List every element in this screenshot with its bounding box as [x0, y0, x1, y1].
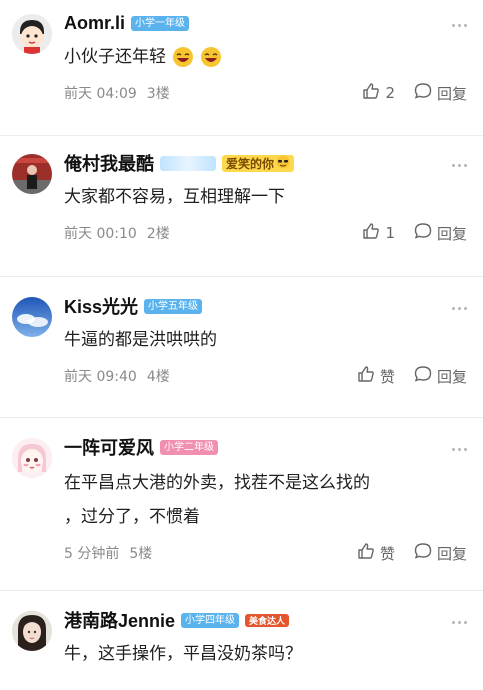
comment-item: 一阵可爱风 小学二年级 在平昌点大港的外卖，找茬不是这么找的 ，过分了，不惯着 … — [0, 418, 483, 591]
reply-button[interactable]: 回复 — [413, 221, 467, 245]
avatar[interactable] — [12, 611, 52, 651]
thumbs-up-icon — [356, 541, 376, 565]
avatar[interactable] — [12, 154, 52, 194]
timestamp: 前天 09:40 — [64, 369, 137, 385]
level-badge: 小学五年级 — [144, 298, 203, 314]
like-button[interactable]: 赞 — [356, 364, 395, 388]
floor-number: 3楼 — [146, 86, 170, 102]
comment-text: 大家都不容易，互相理解一下 — [64, 187, 285, 207]
username[interactable]: 港南路Jennie — [64, 607, 175, 633]
like-button[interactable]: 赞 — [356, 541, 395, 565]
avatar[interactable] — [12, 438, 52, 478]
reply-label: 回复 — [436, 367, 467, 386]
comment-text: 牛，这手操作，平昌没奶茶吗？ — [64, 644, 302, 664]
comment-text: 牛逼的都是洪哄哄的 — [64, 330, 217, 350]
avatar[interactable] — [12, 297, 52, 337]
speech-bubble-icon — [413, 221, 433, 245]
more-options-icon[interactable] — [452, 448, 467, 451]
speech-bubble-icon — [413, 81, 433, 105]
more-options-icon[interactable] — [452, 307, 467, 310]
floor-number: 5楼 — [129, 546, 153, 562]
reply-label: 回复 — [436, 84, 467, 103]
comment-meta: 前天 00:10 2楼 1 回复 — [64, 220, 467, 246]
timestamp: 前天 00:10 — [64, 226, 137, 242]
like-button[interactable]: 1 — [361, 221, 395, 245]
sunglasses-face-icon — [276, 155, 290, 172]
comment-item: Kiss光光 小学五年级 牛逼的都是洪哄哄的 前天 09:40 4楼 赞 回复 — [0, 277, 483, 418]
decoration-badge: 爱笑的你 — [222, 154, 295, 172]
comment-text: 在平昌点大港的外卖，找茬不是这么找的 ，过分了，不惯着 — [64, 473, 370, 527]
like-label: 赞 — [379, 544, 395, 563]
comment-item: Aomr.li 小学一年级 小伙子还年轻 前天 04:09 3楼 2 回复 — [0, 0, 483, 136]
laughing-face-icon — [200, 46, 222, 68]
username[interactable]: Kiss光光 — [64, 293, 138, 319]
timestamp: 5 分钟前 — [64, 546, 120, 562]
speech-bubble-icon — [413, 541, 433, 565]
username[interactable]: 一阵可爱风 — [64, 434, 154, 460]
thumbs-up-icon — [361, 221, 381, 245]
reply-button[interactable]: 回复 — [413, 81, 467, 105]
comment-item: 俺村我最酷 爱笑的你 大家都不容易，互相理解一下 前天 00:10 2楼 1 回… — [0, 136, 483, 277]
level-badge: 小学二年级 — [160, 439, 218, 455]
comment-text: 小伙子还年轻 — [64, 42, 467, 72]
username[interactable]: Aomr.li — [64, 13, 125, 34]
reply-label: 回复 — [436, 224, 467, 243]
like-count: 1 — [385, 224, 395, 242]
comment-meta: 前天 09:40 4楼 赞 回复 — [64, 363, 467, 389]
like-count: 2 — [385, 84, 395, 102]
username[interactable]: 俺村我最酷 — [64, 150, 154, 176]
comment-list: Aomr.li 小学一年级 小伙子还年轻 前天 04:09 3楼 2 回复 俺村… — [0, 0, 483, 690]
reply-label: 回复 — [436, 544, 467, 563]
level-badge — [160, 155, 216, 171]
level-badge: 小学一年级 — [131, 15, 190, 31]
level-badge: 小学四年级 — [181, 612, 240, 628]
floor-number: 2楼 — [146, 226, 170, 242]
thumbs-up-icon — [356, 364, 376, 388]
like-label: 赞 — [379, 367, 395, 386]
comment-meta: 5 分钟前 5楼 赞 回复 — [64, 540, 467, 566]
more-options-icon[interactable] — [452, 164, 467, 167]
more-options-icon[interactable] — [452, 621, 467, 624]
laughing-face-icon — [172, 46, 194, 68]
floor-number: 4楼 — [146, 369, 170, 385]
avatar[interactable] — [12, 14, 52, 54]
comment-item: 港南路Jennie 小学四年级 美食达人 牛，这手操作，平昌没奶茶吗？ — [0, 591, 483, 690]
like-button[interactable]: 2 — [361, 81, 395, 105]
reply-button[interactable]: 回复 — [413, 541, 467, 565]
timestamp: 前天 04:09 — [64, 86, 137, 102]
thumbs-up-icon — [361, 81, 381, 105]
comment-meta: 前天 04:09 3楼 2 回复 — [64, 80, 467, 106]
decoration-badge: 美食达人 — [245, 613, 290, 627]
speech-bubble-icon — [413, 364, 433, 388]
reply-button[interactable]: 回复 — [413, 364, 467, 388]
more-options-icon[interactable] — [452, 24, 467, 27]
